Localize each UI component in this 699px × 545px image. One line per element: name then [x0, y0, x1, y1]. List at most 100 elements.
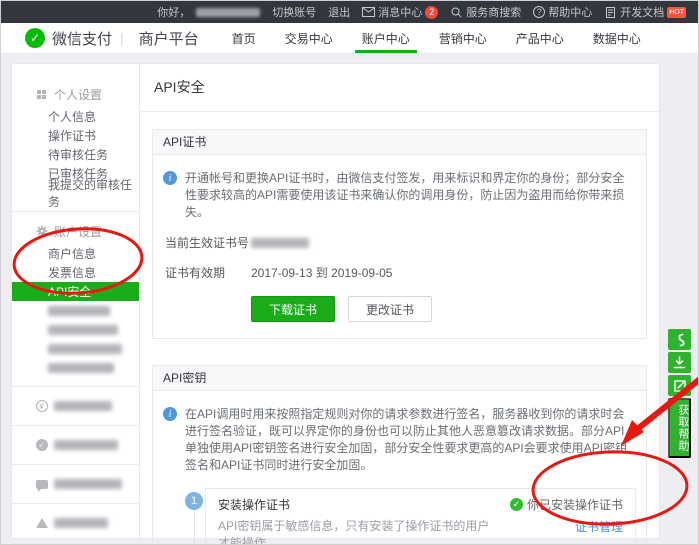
info-icon: i	[163, 171, 177, 185]
redacted-text	[54, 440, 118, 450]
step-1: 1 安装操作证书 API密钥属于敏感信息，只有安装了操作证书的用户才能操作 ✓ …	[163, 488, 636, 545]
help-center-link[interactable]: ? 帮助中心	[533, 4, 592, 20]
page: 你好， 切换账号 退出 消息中心 2 服务商搜索 ? 帮助中心 开发文档	[0, 0, 699, 545]
sidebar-item-api-security[interactable]: API安全	[12, 282, 139, 301]
edit-icon[interactable]	[668, 375, 691, 396]
redacted-text	[54, 479, 122, 489]
info-icon: i	[163, 407, 177, 421]
success-check-icon: ✓	[510, 498, 523, 511]
brand-separator: |	[120, 30, 124, 46]
api-cert-card-body: i 开通帐号和更换API证书时，由微信支付签发，用来标识和界定你的身份；部分安全…	[153, 155, 646, 338]
envelope-icon	[362, 7, 375, 17]
sidebar-divider	[12, 464, 139, 465]
message-center-link[interactable]: 消息中心 2	[362, 4, 438, 20]
sidebar-item-personal-info[interactable]: 个人信息	[12, 107, 139, 126]
sp-search-link[interactable]: 服务商搜索	[450, 4, 521, 20]
redacted-text	[54, 518, 108, 528]
title-divider	[140, 111, 659, 112]
step-1-side: ✓ 你已安装操作证书 证书管理	[510, 496, 623, 545]
sidebar-divider	[12, 425, 139, 426]
step-1-marker: 1	[163, 488, 205, 545]
sidebar-item-invoice-info[interactable]: 发票信息	[12, 263, 139, 282]
main-nav: 首页 交易中心 账户中心 营销中心 产品中心 数据中心	[229, 23, 644, 53]
api-cert-card: API证书 i 开通帐号和更换API证书时，由微信支付签发，用来标识和界定你的身…	[152, 129, 647, 339]
message-count-badge: 2	[425, 6, 438, 19]
get-help-button[interactable]: 获取帮助	[668, 398, 691, 458]
search-icon	[450, 7, 463, 18]
download-icon[interactable]	[668, 352, 691, 373]
question-icon: ?	[533, 6, 545, 18]
sidebar-item-merchant-info[interactable]: 商户信息	[12, 244, 139, 263]
sidebar-section-warning[interactable]	[12, 513, 139, 533]
sidebar-section-personal: 个人设置	[12, 84, 139, 104]
sidebar-section-verified[interactable]: ✓	[12, 435, 139, 455]
nav-marketing-center[interactable]: 营销中心	[436, 23, 490, 53]
header: ✓ 微信支付 | 商户平台 首页 交易中心 账户中心 营销中心 产品中心 数据中…	[1, 23, 698, 54]
switch-account-link[interactable]: 切换账号	[272, 4, 316, 20]
step-1-title: 安装操作证书	[218, 496, 500, 513]
sidebar-section-feedback[interactable]	[12, 474, 139, 494]
nav-data-center[interactable]: 数据中心	[590, 23, 644, 53]
sidebar-divider	[12, 211, 139, 212]
step-1-box: 安装操作证书 API密钥属于敏感信息，只有安装了操作证书的用户才能操作 ✓ 你已…	[205, 488, 636, 545]
sidebar-item-redacted[interactable]	[12, 301, 139, 320]
main-content: API安全 API证书 i 开通帐号和更换API证书时，由微信支付签发，用来标识…	[140, 63, 660, 539]
sidebar-divider	[12, 386, 139, 387]
cert-info-row: i 开通帐号和更换API证书时，由微信支付签发，用来标识和界定你的身份；部分安全…	[163, 170, 636, 221]
step-1-main: 安装操作证书 API密钥属于敏感信息，只有安装了操作证书的用户才能操作	[218, 496, 500, 545]
greeting-text: 你好，	[157, 4, 190, 20]
change-cert-button[interactable]: 更改证书	[348, 296, 432, 322]
nav-account-center[interactable]: 账户中心	[359, 23, 413, 53]
key-info-row: i 在API调用时用来按照指定规则对你的请求参数进行签名，服务器收到你的请求时会…	[163, 406, 636, 474]
gear-icon	[35, 225, 48, 237]
dev-docs-link[interactable]: 开发文档 HOT	[604, 4, 686, 20]
key-info-text: 在API调用时用来按照指定规则对你的请求参数进行签名，服务器收到你的请求时会进行…	[185, 406, 636, 474]
brand-name: 微信支付	[52, 28, 112, 49]
account-redacted	[196, 8, 260, 17]
api-key-card-body: i 在API调用时用来按照指定规则对你的请求参数进行签名，服务器收到你的请求时会…	[153, 391, 646, 545]
nav-trade-center[interactable]: 交易中心	[282, 23, 336, 53]
sidebar-item-redacted[interactable]	[12, 320, 139, 339]
comment-icon	[35, 480, 48, 489]
cert-buttons: 下载证书 更改证书	[251, 296, 636, 322]
grid-icon	[35, 90, 48, 99]
api-key-card-title: API密钥	[153, 366, 646, 391]
cert-manage-link[interactable]: 证书管理	[575, 518, 623, 535]
page-title: API安全	[152, 64, 647, 111]
sidebar-item-operation-cert[interactable]: 操作证书	[12, 126, 139, 145]
topbar: 你好， 切换账号 退出 消息中心 2 服务商搜索 ? 帮助中心 开发文档	[1, 1, 698, 23]
document-icon	[604, 7, 617, 18]
sidebar-item-pending-tasks[interactable]: 待审核任务	[12, 145, 139, 164]
currency-icon: ¥	[35, 400, 48, 412]
nav-product-center[interactable]: 产品中心	[513, 23, 567, 53]
cert-number-row: 当前生效证书号	[163, 234, 636, 251]
cert-info-text: 开通帐号和更换API证书时，由微信支付签发，用来标识和界定你的身份；部分安全性要…	[185, 170, 636, 221]
sidebar-section-account: 账户设置	[12, 221, 139, 241]
cert-number-redacted	[251, 238, 309, 248]
redacted-text	[54, 401, 112, 411]
account-group: 你好，	[157, 4, 260, 20]
api-cert-card-title: API证书	[153, 130, 646, 155]
sidebar-item-my-submitted-tasks[interactable]: 我提交的审核任务	[12, 183, 139, 202]
sidebar: 个人设置 个人信息 操作证书 待审核任务 已审核任务 我提交的审核任务 账户设置…	[11, 63, 140, 539]
check-circle-icon: ✓	[35, 439, 48, 451]
cert-validity-row: 证书有效期 2017-09-13 到 2019-09-05	[163, 264, 636, 281]
hot-badge: HOT	[667, 7, 686, 18]
step-1-desc: API密钥属于敏感信息，只有安装了操作证书的用户才能操作	[218, 517, 500, 545]
floating-toolbar: 获取帮助	[668, 329, 691, 458]
api-key-card: API密钥 i 在API调用时用来按照指定规则对你的请求参数进行签名，服务器收到…	[152, 365, 647, 545]
sidebar-item-redacted[interactable]	[12, 358, 139, 377]
sidebar-section-funds[interactable]: ¥	[12, 396, 139, 416]
phone-icon[interactable]	[668, 329, 691, 350]
cert-number-label: 当前生效证书号	[165, 234, 251, 251]
brand[interactable]: ✓ 微信支付 | 商户平台	[25, 28, 199, 49]
cert-validity-label: 证书有效期	[165, 264, 251, 281]
sidebar-divider	[12, 503, 139, 504]
cert-installed-status: ✓ 你已安装操作证书	[510, 496, 623, 513]
nav-home[interactable]: 首页	[229, 23, 259, 53]
logout-link[interactable]: 退出	[328, 4, 350, 20]
steps: 1 安装操作证书 API密钥属于敏感信息，只有安装了操作证书的用户才能操作 ✓ …	[163, 488, 636, 545]
sidebar-item-redacted[interactable]	[12, 339, 139, 358]
wechat-pay-logo-icon: ✓	[25, 28, 45, 48]
download-cert-button[interactable]: 下载证书	[251, 296, 335, 322]
